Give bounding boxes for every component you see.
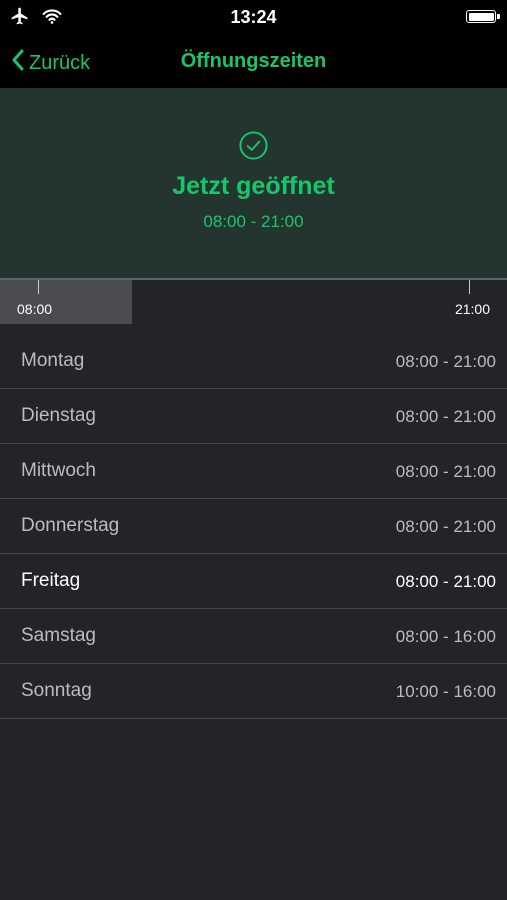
timeline-end-label: 21:00: [454, 301, 490, 317]
timeline-end-tick: [469, 280, 470, 294]
day-hours: 08:00 - 21:00: [395, 407, 496, 426]
page-title: Öffnungszeiten: [180, 50, 327, 72]
day-row-donnerstag: Donnerstag 08:00 - 21:00: [0, 499, 507, 554]
day-hours: 08:00 - 21:00: [395, 462, 496, 481]
day-name: Mittwoch: [21, 460, 96, 481]
status-bar: 13:24: [0, 0, 507, 36]
day-timeline: 08:00 21:00: [0, 278, 507, 324]
day-row-freitag-today: Freitag 08:00 - 21:00: [0, 554, 507, 609]
opening-hours-list: Montag 08:00 - 21:00 Dienstag 08:00 - 21…: [0, 334, 507, 719]
day-name: Freitag: [21, 570, 81, 591]
day-hours: 08:00 - 16:00: [395, 627, 496, 646]
navigation-bar: Zurück Öffnungszeiten: [0, 36, 507, 88]
status-time: 13:24: [230, 7, 277, 27]
timeline-start-tick: [38, 280, 39, 294]
timeline-start-label: 08:00: [17, 301, 53, 317]
day-row-dienstag: Dienstag 08:00 - 21:00: [0, 389, 507, 444]
day-row-samstag: Samstag 08:00 - 16:00: [0, 609, 507, 664]
day-name: Dienstag: [21, 405, 96, 426]
battery-icon: [466, 10, 500, 23]
open-status-panel: Jetzt geöffnet 08:00 - 21:00: [0, 88, 507, 278]
day-name: Donnerstag: [21, 515, 120, 536]
day-hours: 10:00 - 16:00: [395, 682, 496, 701]
day-hours: 08:00 - 21:00: [395, 517, 496, 536]
day-name: Montag: [21, 350, 85, 371]
day-row-mittwoch: Mittwoch 08:00 - 21:00: [0, 444, 507, 499]
day-hours: 08:00 - 21:00: [395, 572, 496, 591]
day-name: Samstag: [21, 625, 96, 646]
day-row-montag: Montag 08:00 - 21:00: [0, 334, 507, 389]
check-circle-icon: [238, 130, 269, 166]
day-row-sonntag: Sonntag 10:00 - 16:00: [0, 664, 507, 719]
open-status-text: Jetzt geöffnet: [172, 172, 335, 200]
open-hours-range: 08:00 - 21:00: [203, 212, 304, 231]
day-name: Sonntag: [21, 680, 92, 701]
day-hours: 08:00 - 21:00: [395, 352, 496, 371]
